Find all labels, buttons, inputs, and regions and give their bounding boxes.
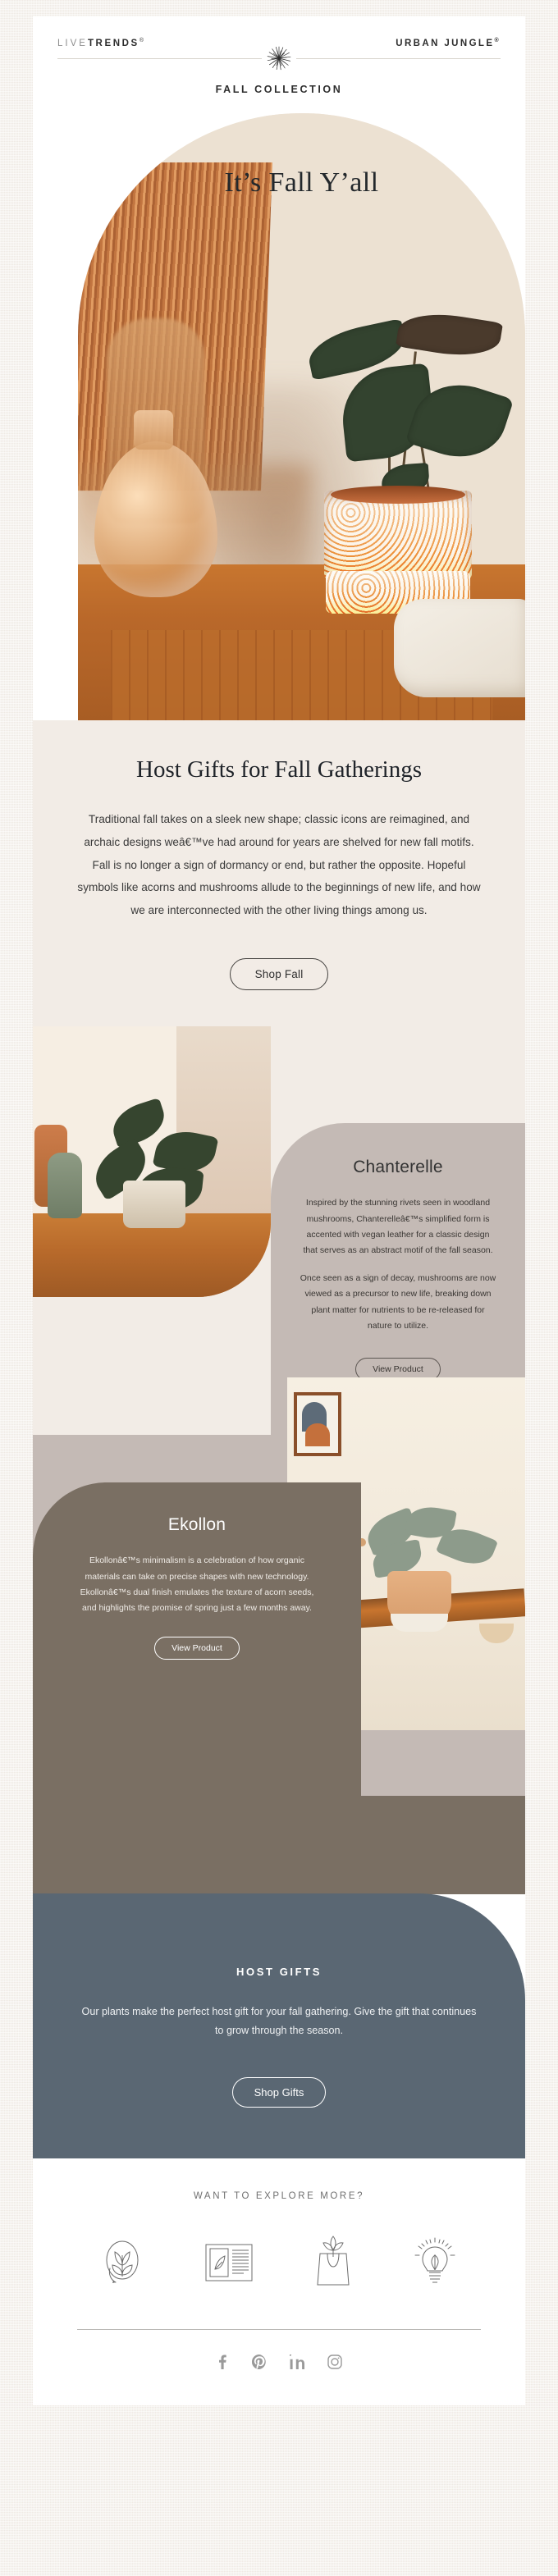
- chanterelle-block: Chanterelle Inspired by the stunning riv…: [33, 1026, 525, 1436]
- chanterelle-title: Chanterelle: [353, 1158, 443, 1177]
- chanterelle-paragraph-1: Inspired by the stunning rivets seen in …: [303, 1198, 493, 1256]
- hero-throw-blanket: [394, 598, 525, 697]
- product-section-chanterelle: Chanterelle Inspired by the stunning riv…: [33, 1026, 525, 1436]
- intro-cta-wrap: Shop Fall: [33, 930, 525, 1027]
- logo-urban-jungle[interactable]: URBAN JUNGLE®: [396, 38, 501, 48]
- explore-label: WANT TO EXPLORE MORE?: [193, 2190, 365, 2201]
- email-body: LIVETRENDS® URBAN JUNGLE® FALL COLLECTIO…: [33, 16, 525, 2405]
- intro-body: Traditional fall takes on a sleek new sh…: [77, 812, 481, 917]
- intro-heading: Host Gifts for Fall Gatherings: [136, 756, 422, 783]
- logo-livetrends-thin: LIVE: [57, 38, 88, 48]
- hero-image[interactable]: It’s Fall Y’all: [78, 112, 525, 720]
- logo-livetrends-reg: ®: [139, 38, 146, 43]
- lightbulb-leaf-icon[interactable]: [412, 2237, 458, 2288]
- hero-section: It’s Fall Y’all: [33, 112, 525, 720]
- gift-bag-plant-icon[interactable]: [314, 2234, 352, 2291]
- hero-plant: [283, 269, 521, 507]
- shop-fall-button[interactable]: Shop Fall: [229, 958, 329, 991]
- linkedin-icon[interactable]: [288, 2352, 304, 2369]
- product-section-ekollon: Ekollon Ekollonâ€™s minimalism is a cele…: [33, 1377, 525, 1862]
- ekollon-card: Ekollon Ekollonâ€™s minimalism is a cele…: [33, 1482, 361, 1862]
- shop-gifts-button[interactable]: Shop Gifts: [231, 2076, 327, 2108]
- instagram-icon[interactable]: [327, 2354, 342, 2369]
- logo-livetrends-bold: TRENDS: [87, 38, 140, 48]
- ekollon-paragraph-1: Ekollonâ€™s minimalism is a celebration …: [80, 1555, 314, 1614]
- facebook-icon[interactable]: [216, 2354, 229, 2369]
- chanterelle-image[interactable]: [33, 1026, 271, 1298]
- chanterelle-paragraph-2: Once seen as a sign of decay, mushrooms …: [300, 1272, 496, 1331]
- email-header: LIVETRENDS® URBAN JUNGLE® FALL COLLECTIO…: [33, 16, 525, 113]
- dandelion-burst-icon: [262, 41, 296, 76]
- blog-article-icon[interactable]: [204, 2240, 254, 2286]
- logo-urban-jungle-reg: ®: [494, 38, 501, 43]
- logo-livetrends[interactable]: LIVETRENDS®: [57, 38, 146, 48]
- footer-divider: [77, 2328, 481, 2330]
- explore-icon-row: [66, 2234, 492, 2329]
- plant-care-leaf-icon[interactable]: [101, 2237, 144, 2288]
- social-row: [66, 2352, 492, 2377]
- pinterest-icon[interactable]: [251, 2354, 267, 2369]
- ekollon-title: Ekollon: [167, 1515, 226, 1535]
- host-gifts-heading: HOST GIFTS: [236, 1966, 322, 1979]
- hero-title: It’s Fall Y’all: [224, 167, 379, 198]
- email-footer: WANT TO EXPLORE MORE?: [33, 2158, 525, 2405]
- host-gifts-body: Our plants make the perfect host gift fo…: [81, 2006, 477, 2037]
- logo-urban-jungle-text: URBAN JUNGLE: [396, 38, 495, 48]
- brand-divider: [57, 41, 501, 76]
- host-gifts-section: HOST GIFTS Our plants make the perfect h…: [33, 1893, 525, 2158]
- ekollon-view-product-button[interactable]: View Product: [154, 1636, 240, 1660]
- hero-planter: [324, 485, 472, 614]
- intro-section: Host Gifts for Fall Gatherings Tradition…: [33, 719, 525, 931]
